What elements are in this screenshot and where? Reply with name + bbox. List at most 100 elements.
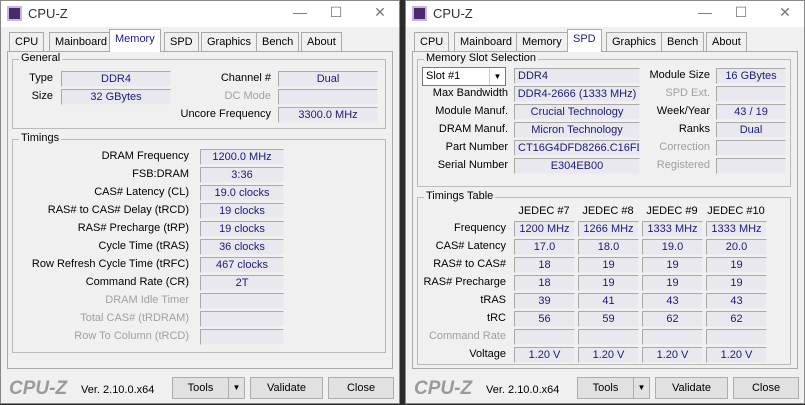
- timings-row-label: tRAS: [480, 294, 506, 306]
- part-number-label: Part Number: [445, 141, 508, 153]
- tab-cpu[interactable]: CPU: [414, 32, 450, 52]
- cpuz-logo: CPU-Z: [9, 378, 68, 399]
- timing-5-label: Cycle Time (tRAS): [98, 240, 189, 252]
- timings-row-label: tRC: [487, 312, 506, 324]
- timing-1-label: FSB:DRAM: [132, 168, 189, 180]
- registered-label: Registered: [656, 159, 710, 171]
- memory-slot-title: Memory Slot Selection: [424, 52, 539, 64]
- timing-6-value: 467 clocks: [200, 257, 284, 273]
- tab-spd[interactable]: SPD: [567, 29, 602, 52]
- week-year-value: 43 / 19: [716, 104, 786, 120]
- column-header: JEDEC #8: [582, 205, 634, 217]
- timing-7-value: 2T: [200, 275, 284, 291]
- slot-select[interactable]: Slot #1 ▼: [422, 67, 506, 86]
- tab-graphics[interactable]: Graphics: [201, 32, 258, 52]
- timings-cell: 39: [514, 293, 575, 309]
- timings-cell: 19: [578, 257, 639, 273]
- validate-button[interactable]: Validate: [655, 377, 728, 399]
- tab-about[interactable]: About: [301, 32, 342, 52]
- chevron-down-icon[interactable]: ▼: [228, 378, 244, 398]
- uncore-frequency-value: 3300.0 MHz: [278, 107, 378, 123]
- timing-7-label: Command Rate (CR): [85, 276, 189, 288]
- close-button[interactable]: Close: [733, 377, 799, 399]
- cpuz-window-spd: CPU-Z — ☐ ✕ CPU Mainboard Memory SPD Graphics Ben…: [405, 0, 805, 404]
- spd-type-value: DDR4: [514, 68, 640, 84]
- timings-cell: 1200 MHz: [514, 221, 575, 237]
- timing-5-value: 36 clocks: [200, 239, 284, 255]
- type-label: Type: [29, 72, 53, 84]
- tab-cpu[interactable]: CPU: [9, 32, 45, 52]
- timings-cell: 19: [706, 257, 767, 273]
- column-header: JEDEC #10: [707, 205, 765, 217]
- tab-graphics[interactable]: Graphics: [606, 32, 663, 52]
- timings-cell: [514, 329, 575, 345]
- timings-table-title: Timings Table: [424, 190, 496, 202]
- serial-number-label: Serial Number: [437, 159, 508, 171]
- title-bar: CPU-Z — ☐ ✕: [406, 1, 804, 27]
- version-label: Ver. 2.10.0.x64: [81, 384, 155, 396]
- timings-cell: 1.20 V: [578, 347, 639, 363]
- bottom-bar: CPU-Z Ver. 2.10.0.x64 Tools ▼ Validate Close: [406, 373, 804, 405]
- chevron-down-icon[interactable]: ▼: [489, 68, 505, 85]
- timings-cell: 1333 MHz: [706, 221, 767, 237]
- close-button[interactable]: Close: [328, 377, 394, 399]
- tools-button[interactable]: Tools ▼: [172, 377, 245, 399]
- timings-cell: 41: [578, 293, 639, 309]
- timings-cell: 59: [578, 311, 639, 327]
- close-window-button[interactable]: ✕: [770, 4, 800, 21]
- timings-cell: 18: [514, 275, 575, 291]
- timings-cell: 43: [706, 293, 767, 309]
- timing-0-value: 1200.0 MHz: [200, 149, 284, 165]
- timing-3-value: 19 clocks: [200, 203, 284, 219]
- timing-2-label: CAS# Latency (CL): [94, 186, 189, 198]
- tab-mainboard[interactable]: Mainboard: [454, 32, 518, 52]
- dram-manuf-value: Micron Technology: [514, 122, 640, 138]
- uncore-frequency-label: Uncore Frequency: [180, 108, 272, 120]
- channel-value: Dual: [278, 71, 378, 87]
- tab-mainboard[interactable]: Mainboard: [49, 32, 113, 52]
- timings-group: Timings DRAM Frequency 1200.0 MHz FSB:DRAM 3…: [12, 132, 386, 353]
- memory-slot-group: Memory Slot Selection Slot #1 ▼ DDR4 Max Ban…: [417, 52, 791, 187]
- correction-value: [716, 140, 786, 156]
- validate-button[interactable]: Validate: [250, 377, 323, 399]
- timings-cell: 18: [514, 257, 575, 273]
- timings-row-label: Command Rate: [428, 330, 506, 342]
- timing-1-value: 3:36: [200, 167, 284, 183]
- dram-manuf-label: DRAM Manuf.: [438, 123, 508, 135]
- window-title: CPU-Z: [28, 6, 68, 21]
- tab-bench[interactable]: Bench: [256, 32, 300, 52]
- timings-cell: 1.20 V: [642, 347, 703, 363]
- timings-cell: 1.20 V: [514, 347, 575, 363]
- timing-9-label: Total CAS# (tRDRAM): [80, 312, 189, 324]
- tools-label: Tools: [187, 382, 214, 394]
- close-window-button[interactable]: ✕: [365, 4, 395, 21]
- maximize-button[interactable]: ☐: [726, 4, 756, 21]
- timing-4-label: RAS# Precharge (tRP): [77, 222, 189, 234]
- slot-select-value: Slot #1: [426, 70, 461, 82]
- minimize-button[interactable]: —: [285, 4, 315, 20]
- module-manuf-label: Module Manuf.: [435, 105, 508, 117]
- tab-memory[interactable]: Memory: [516, 32, 568, 52]
- timings-cell: 62: [706, 311, 767, 327]
- timings-cell: 1333 MHz: [642, 221, 703, 237]
- tab-spd[interactable]: SPD: [164, 32, 199, 52]
- part-number-value: CT16G4DFD8266.C16FD1: [514, 140, 640, 156]
- ranks-value: Dual: [716, 122, 786, 138]
- timings-row-label: Frequency: [454, 222, 506, 234]
- window-title: CPU-Z: [433, 6, 473, 21]
- tab-memory[interactable]: Memory: [109, 29, 161, 52]
- minimize-button[interactable]: —: [690, 4, 720, 20]
- timings-cell: [578, 329, 639, 345]
- timing-10-value: [200, 329, 284, 345]
- timing-2-value: 19.0 clocks: [200, 185, 284, 201]
- timings-cell: 43: [642, 293, 703, 309]
- tools-button[interactable]: Tools ▼: [577, 377, 650, 399]
- maximize-button[interactable]: ☐: [321, 4, 351, 21]
- tab-about[interactable]: About: [706, 32, 747, 52]
- tab-bench[interactable]: Bench: [661, 32, 705, 52]
- timings-cell: 20.0: [706, 239, 767, 255]
- chevron-down-icon[interactable]: ▼: [633, 378, 649, 398]
- timings-cell: 62: [642, 311, 703, 327]
- timing-3-label: RAS# to CAS# Delay (tRCD): [47, 204, 189, 216]
- bottom-bar: CPU-Z Ver. 2.10.0.x64 Tools ▼ Validate Close: [1, 373, 399, 405]
